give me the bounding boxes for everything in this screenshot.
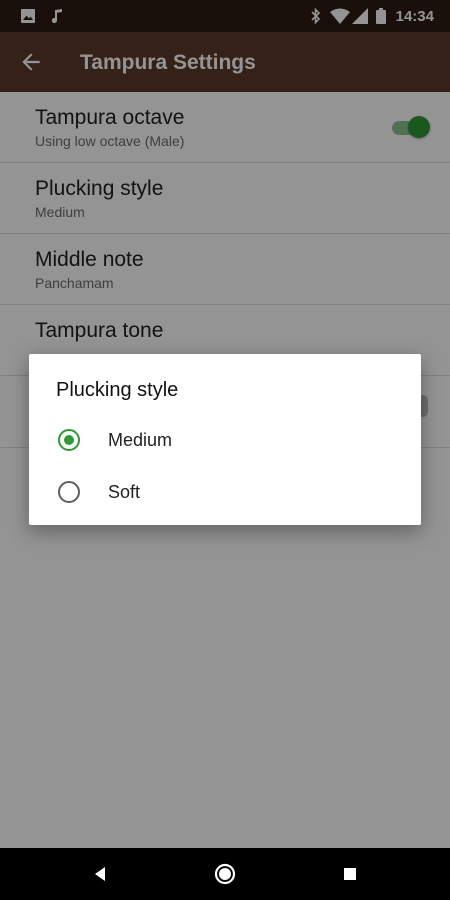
option-soft[interactable]: Soft (29, 468, 421, 518)
option-medium[interactable]: Medium (29, 416, 421, 466)
system-nav-bar (0, 848, 450, 900)
radio-selected-icon[interactable] (58, 429, 80, 451)
dialog-title: Plucking style (56, 379, 179, 401)
back-triangle-icon[interactable] (88, 862, 112, 886)
home-circle-icon[interactable] (213, 862, 237, 886)
option-label: Medium (108, 430, 173, 450)
recents-square-icon[interactable] (338, 862, 362, 886)
option-label: Soft (108, 482, 141, 502)
plucking-style-dialog: Plucking style Medium Soft (29, 354, 421, 525)
radio-unselected-icon[interactable] (58, 481, 80, 503)
